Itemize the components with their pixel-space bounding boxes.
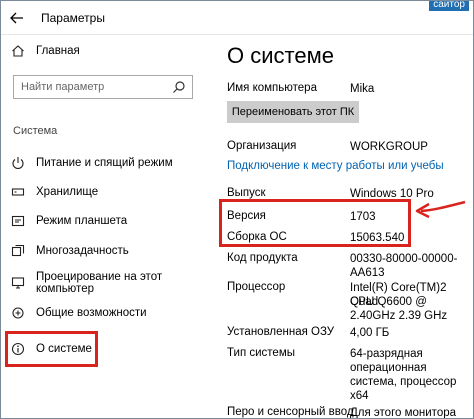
- ram-value: 4,00 ГБ: [350, 327, 390, 339]
- sidebar-item-shared[interactable]: Общие возможности: [11, 303, 147, 323]
- ram-label: Установленная ОЗУ: [227, 326, 335, 338]
- system-type-label: Тип системы: [227, 347, 295, 359]
- sidebar-item-multitasking[interactable]: Многозадачность: [11, 241, 129, 261]
- system-type-value-line4: x64: [350, 390, 369, 402]
- multitask-icon: [11, 244, 25, 258]
- edition-label: Выпуск: [227, 187, 266, 199]
- title-bar: Параметры сайтор: [1, 1, 473, 35]
- sidebar-item-label: Многозадачность: [36, 245, 129, 257]
- processor-value-line3: 2.40GHz 2.39 GHz: [350, 310, 448, 322]
- search-input[interactable]: Найти параметр: [13, 75, 193, 99]
- organization-value: WORKGROUP: [350, 141, 428, 153]
- shared-icon: [11, 306, 25, 320]
- pc-name-value: Mika: [350, 83, 375, 95]
- processor-value-line2: CPU Q6600 @: [350, 296, 427, 308]
- settings-window: Параметры сайтор Главная Найти параметр …: [0, 0, 474, 419]
- storage-icon: [11, 185, 25, 199]
- connect-work-link[interactable]: Подключение к месту работы или учебы: [227, 160, 444, 172]
- sidebar-item-label: Хранилище: [36, 186, 99, 198]
- back-arrow-icon[interactable]: [9, 10, 25, 26]
- pen-touch-value: Для этого монитора: [350, 407, 457, 419]
- sidebar-section-heading: Система: [13, 125, 58, 137]
- sidebar-item-label: Проецирование на этот компьютер: [36, 271, 163, 295]
- main-content: О системе Имя компьютера Mika Переименов…: [205, 35, 473, 419]
- sidebar-item-label: Главная: [36, 45, 80, 57]
- product-id-label: Код продукта: [227, 252, 298, 264]
- pen-touch-label: Перо и сенсорный ввод: [227, 406, 354, 418]
- sidebar-item-label: Питание и спящий режим: [36, 157, 173, 169]
- window-title: Параметры: [41, 11, 105, 25]
- organization-label: Организация: [227, 140, 297, 152]
- sidebar-item-power[interactable]: Питание и спящий режим: [11, 153, 173, 173]
- product-id-value-line1: 00330-80000-00000-: [350, 253, 458, 265]
- system-type-value-line2: операционная: [350, 362, 427, 374]
- power-icon: [11, 156, 25, 170]
- red-arrow-annotation: [415, 200, 466, 219]
- pc-name-label: Имя компьютера: [227, 82, 317, 94]
- highlight-box-about: [5, 331, 98, 367]
- rename-pc-button[interactable]: Переименовать этот ПК: [227, 101, 359, 123]
- search-icon[interactable]: [172, 80, 186, 94]
- system-type-value-line1: 64-разрядная: [350, 348, 423, 360]
- sidebar-item-storage[interactable]: Хранилище: [11, 182, 98, 202]
- processor-label: Процессор: [227, 281, 286, 293]
- tablet-icon: [11, 214, 25, 228]
- page-title: О системе: [227, 43, 334, 68]
- project-icon: [11, 276, 25, 290]
- sidebar-item-projecting[interactable]: Проецирование на этот компьютер: [11, 271, 205, 295]
- sidebar-item-label: Общие возможности: [36, 307, 147, 319]
- system-type-value-line3: система, процессор: [350, 376, 457, 388]
- highlight-box-version: [219, 199, 411, 247]
- home-icon: [11, 44, 25, 58]
- search-placeholder: Найти параметр: [21, 81, 105, 93]
- top-right-label: сайтор: [429, 1, 469, 11]
- product-id-value-line2: AA613: [350, 267, 385, 279]
- sidebar-item-home[interactable]: Главная: [11, 41, 80, 61]
- sidebar: Главная Найти параметр Система Питание и…: [1, 35, 205, 418]
- sidebar-item-label: Режим планшета: [36, 215, 128, 227]
- sidebar-item-tablet[interactable]: Режим планшета: [11, 211, 127, 231]
